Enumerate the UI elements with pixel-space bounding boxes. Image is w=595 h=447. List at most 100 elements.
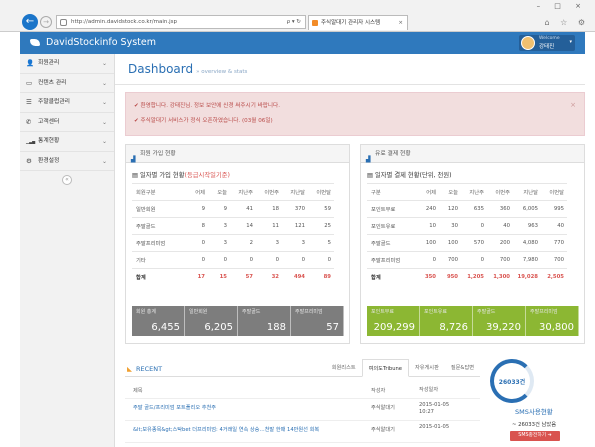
sidebar-collapse-icon[interactable]: « xyxy=(62,175,72,185)
recent-header: ◣ RECENT 회원리스트 여의도Tribune 자유게시판 질문&답변 xyxy=(125,359,480,377)
table-cell: 370 xyxy=(282,200,308,218)
tab-qna[interactable]: 질문&답변 xyxy=(445,359,480,377)
table-cell: 570 xyxy=(461,234,487,252)
recent-title-text: RECENT xyxy=(136,365,163,373)
table-cell: 30 xyxy=(439,217,461,235)
divider xyxy=(115,84,585,85)
tab-close-icon[interactable]: × xyxy=(398,16,403,30)
sidebar-item-contents[interactable]: ▭ 컨텐츠 관리 ⌄ xyxy=(20,74,114,93)
recent-title: ◣ RECENT xyxy=(127,365,162,373)
sms-recharge-button[interactable]: SMS충전하기 ➔ xyxy=(510,431,560,441)
sidebar-item-members[interactable]: 👤 회원관리 ⌄ xyxy=(20,54,114,74)
stat-value: 8,726 xyxy=(439,322,468,333)
sidebar-item-label: 고객센터 xyxy=(38,118,60,125)
table-row: 주말골드 8 3 14 11 121 25 xyxy=(132,217,334,235)
stat-value: 39,220 xyxy=(486,322,521,333)
table-cell: 0 xyxy=(186,234,208,252)
stat-tile: 주말골드 39,220 xyxy=(473,306,526,336)
table-cell: 100 xyxy=(417,234,439,252)
forward-icon[interactable]: → xyxy=(40,16,52,28)
back-icon[interactable]: ← xyxy=(22,14,38,30)
table-cell: 1,300 xyxy=(487,268,513,286)
table-header-row: 제목 작성자 작성일자 xyxy=(125,383,480,399)
chevron-down-icon: ⌄ xyxy=(101,60,107,67)
user-menu[interactable]: Welcome 강태진 ▾ xyxy=(519,35,575,51)
sidebar-item-settings[interactable]: ⚙ 환경설정 ⌄ xyxy=(20,152,114,171)
table-cell: 995 xyxy=(541,200,567,218)
browser-tab[interactable]: 주식알대기 관리자 시스템 × xyxy=(308,15,408,30)
table-cell: 700 xyxy=(487,251,513,269)
tab-member-list[interactable]: 회원리스트 xyxy=(326,359,362,377)
members-summary: 회원 총계 6,455 일반회원 6,205 주말골드 188 주말프리미엄 57 xyxy=(132,306,344,336)
post-author: 주식알대기 xyxy=(371,405,395,411)
table-cell: 200 xyxy=(487,234,513,252)
table-cell: 8 xyxy=(186,217,208,235)
tab-free-board[interactable]: 자유게시판 xyxy=(409,359,445,377)
user-name: 강태진 xyxy=(539,44,555,50)
table-header-row: 구분 어제 오늘 지난주 이번주 지난달 이번달 xyxy=(367,183,567,201)
table-cell: 770 xyxy=(541,234,567,252)
welcome-label: Welcome xyxy=(539,36,560,41)
table-cell: 포인트무료 xyxy=(367,200,417,218)
post-date: 2015-01-05 10:27 xyxy=(419,402,450,415)
window-controls[interactable]: – □ × xyxy=(537,2,587,10)
table-cell: 120 xyxy=(439,200,461,218)
person-icon: 👤 xyxy=(26,59,35,67)
app-header: DavidStockinfo System Welcome 강태진 ▾ xyxy=(20,32,585,54)
tab-yeouido-tribune[interactable]: 여의도Tribune xyxy=(361,359,409,377)
table-cell: 4,080 xyxy=(513,234,541,252)
table-row: 주말골드 100 100 570 200 4,080 770 xyxy=(367,234,567,252)
table-cell: 주말프리미엄 xyxy=(132,234,186,252)
post-title-link[interactable]: &lt;보유종목&gt;스탁bet 더프리미엄: 4거래일 연속 상승…천말 한… xyxy=(133,426,319,433)
panel-header: ▟ 회원 가입 현황 xyxy=(126,145,349,163)
address-tools[interactable]: ρ ▾ ↻ xyxy=(287,16,301,28)
address-bar[interactable]: http://admin.davidstock.co.kr/main.jsp ρ… xyxy=(56,15,306,29)
table-cell: 0 xyxy=(256,251,282,269)
column-header: 지난달 xyxy=(282,183,308,201)
sidebar-item-statistics[interactable]: ▁▃▅ 통계현황 ⌄ xyxy=(20,132,114,152)
table-row: 포인트유료 10 30 0 40 963 40 xyxy=(367,217,567,235)
table-cell: 700 xyxy=(439,251,461,269)
sms-label: SMS사용현황 xyxy=(515,408,553,416)
table-cell: 700 xyxy=(541,251,567,269)
table-cell: 59 xyxy=(308,200,334,218)
table-row[interactable]: &lt;보유종목&gt;스탁bet 더프리미엄: 4거래일 연속 상승…천말 한… xyxy=(125,421,480,443)
table-row[interactable]: 주말 골드/프리미엄 포트폴리오 추천주 주식알대기 2015-01-05 10… xyxy=(125,399,480,421)
welcome-alert: ✔ 환영합니다. 강태진님. 정보 보안에 신경 써주시기 바랍니다. ✔ 주식… xyxy=(125,92,585,136)
members-panel: ▟ 회원 가입 현황 ▤ 일자별 가입 현황(등급시작일기준) 회원구분 어제 오… xyxy=(125,144,350,344)
table-cell: 3 xyxy=(256,234,282,252)
table-cell: 121 xyxy=(282,217,308,235)
column-header: 지난달 xyxy=(513,183,541,201)
browser-toolbar-icons[interactable]: ⌂ ☆ ⚙ xyxy=(544,18,589,27)
recent-panel: ◣ RECENT 회원리스트 여의도Tribune 자유게시판 질문&답변 제목 … xyxy=(125,359,480,447)
post-title-link[interactable]: 주말 골드/프리미엄 포트폴리오 추천주 xyxy=(133,404,216,411)
table-cell: 2,505 xyxy=(541,268,567,286)
page-subtitle: » overview & stats xyxy=(196,69,248,75)
sidebar-item-label: 환경설정 xyxy=(38,157,60,164)
column-header: 오늘 xyxy=(208,183,230,201)
sms-widget: 26033건 SMS사용현황 ~ 26033건 남았음 SMS충전하기 ➔ xyxy=(490,359,585,447)
table-cell: 주말골드 xyxy=(132,217,186,235)
recent-table: 제목 작성자 작성일자 주말 골드/프리미엄 포트폴리오 추천주 주식알대기 2… xyxy=(125,383,480,443)
close-icon[interactable]: × xyxy=(570,101,576,109)
chevron-down-icon: ⌄ xyxy=(101,138,107,145)
table-cell: 주말프리미엄 xyxy=(367,251,417,269)
stat-value: 209,299 xyxy=(373,322,415,333)
stat-label: 포인트무료 xyxy=(371,309,395,315)
table-cell: 주말골드 xyxy=(367,234,417,252)
table-cell: 18 xyxy=(256,200,282,218)
brand[interactable]: DavidStockinfo System xyxy=(30,32,156,54)
panel-header: ▟ 유료 결제 현황 xyxy=(361,145,584,163)
table-cell: 합계 xyxy=(132,268,186,286)
chevron-down-icon: ⌄ xyxy=(101,118,107,126)
payments-panel: ▟ 유료 결제 현황 ▤ 일자별 결제 현황(단위, 천원) 구분 어제 오늘 지… xyxy=(360,144,585,344)
panel-title: ▤ 일자별 가입 현황(등급시작일기준) xyxy=(132,170,230,179)
panel-title-note: (등급시작일기준) xyxy=(184,172,230,179)
table-cell: 19,028 xyxy=(513,268,541,286)
column-header: 이번달 xyxy=(541,183,567,201)
sms-remaining: ~ 26033건 남았음 xyxy=(512,422,557,428)
sidebar-item-weekend-club[interactable]: ☰ 주말클럽관리 ⌄ xyxy=(20,93,114,113)
rss-icon: ◣ xyxy=(127,365,132,373)
sidebar-item-support[interactable]: ✆ 고객센터 ⌄ xyxy=(20,113,114,132)
table-cell: 1,205 xyxy=(461,268,487,286)
